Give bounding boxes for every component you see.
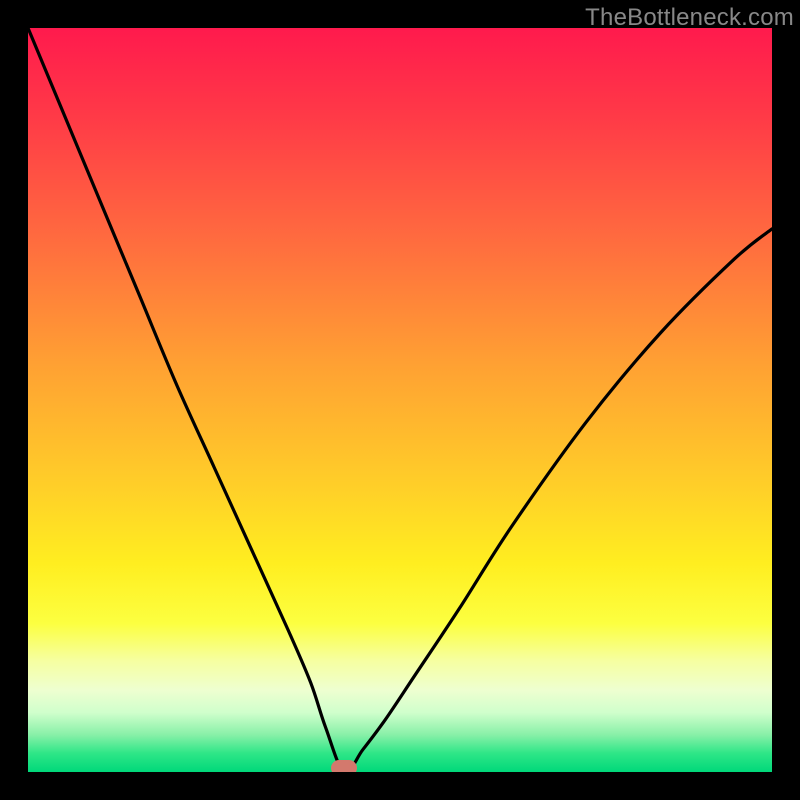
optimum-marker [331,760,357,772]
watermark-text: TheBottleneck.com [585,4,794,32]
plot-area [28,28,772,772]
chart-frame: TheBottleneck.com [0,0,800,800]
bottleneck-curve [28,28,772,772]
